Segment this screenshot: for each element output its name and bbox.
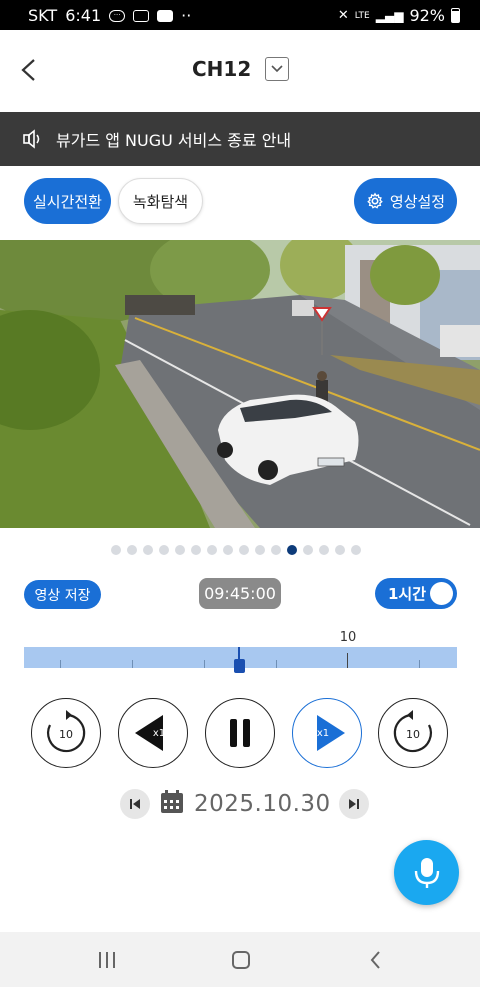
home-icon: [232, 951, 250, 969]
video-settings-label: 영상설정: [389, 192, 446, 211]
page-dot[interactable]: [111, 545, 121, 555]
toggle-knob: [430, 582, 453, 605]
app-header: CH12: [0, 30, 480, 112]
timeline-tick: [132, 660, 133, 668]
skip-next-icon: [348, 799, 359, 809]
timeline-marker-label: 10: [339, 630, 357, 645]
save-video-button[interactable]: 영상 저장: [24, 580, 101, 609]
date-selector: 2025.10.30: [120, 788, 369, 820]
back-button[interactable]: [12, 52, 48, 88]
page-dot[interactable]: [175, 545, 185, 555]
playback-time-badge: 09:45:00: [199, 578, 281, 609]
notice-text: 뷰가드 앱 NUGU 서비스 종료 안내: [56, 131, 292, 150]
signal-icon: ▂▄▆: [375, 8, 404, 23]
page-dot[interactable]: [255, 545, 265, 555]
page-dot[interactable]: [319, 545, 329, 555]
page-dot[interactable]: [335, 545, 345, 555]
previous-date-button[interactable]: [120, 789, 150, 819]
page-dot[interactable]: [207, 545, 217, 555]
rewind-10-icon: 10: [47, 710, 86, 753]
timeline-tick-major: [347, 653, 348, 668]
time-range-label: 1시간: [388, 585, 427, 603]
microphone-icon: [414, 857, 439, 888]
camera-frame: [0, 240, 480, 528]
recording-search-label: 녹화탐색: [132, 192, 189, 211]
recent-apps-icon: [99, 952, 115, 968]
chevron-left-icon: [21, 59, 35, 81]
playback-timeline[interactable]: [24, 647, 457, 673]
timeline-tick: [276, 660, 277, 668]
recent-apps-button[interactable]: [87, 944, 127, 976]
lte-label: LTE: [354, 10, 370, 21]
video-settings-button[interactable]: 영상설정: [354, 178, 457, 224]
battery-percent: 92%: [409, 6, 445, 25]
page-dot[interactable]: [239, 545, 249, 555]
timeline-tick: [419, 660, 420, 668]
system-back-button[interactable]: [356, 944, 396, 976]
timeline-cursor-handle[interactable]: [234, 659, 245, 673]
slow-play-button[interactable]: x1: [118, 698, 188, 768]
carrier-label: SKT: [28, 6, 58, 25]
page-dot[interactable]: [159, 545, 169, 555]
home-button[interactable]: [221, 944, 261, 976]
page-dot[interactable]: [223, 545, 233, 555]
fast-play-button[interactable]: x1: [292, 698, 362, 768]
chevron-down-icon: [271, 65, 283, 73]
pause-button[interactable]: [205, 698, 275, 768]
speaker-icon: [23, 129, 40, 149]
channel-dropdown-button[interactable]: [265, 57, 290, 81]
page-dot-active[interactable]: [287, 545, 297, 555]
mute-icon: ✕: [337, 8, 349, 23]
system-navigation-bar: [0, 932, 480, 987]
live-switch-button[interactable]: 실시간전환: [24, 178, 111, 224]
clock: 6:41: [65, 6, 102, 25]
play-forward-icon: x1: [317, 715, 345, 751]
forward-10-icon: 10: [393, 710, 432, 753]
rewind-10-button[interactable]: 10: [31, 698, 101, 768]
slow-speed-label: x1: [153, 728, 165, 739]
fast-speed-label: x1: [317, 728, 329, 739]
more-notifications-icon: ··: [181, 6, 192, 25]
notice-banner[interactable]: 뷰가드 앱 NUGU 서비스 종료 안내: [0, 112, 480, 166]
skip-previous-icon: [130, 799, 140, 809]
forward-10-label: 10: [406, 728, 420, 741]
time-range-toggle[interactable]: 1시간: [375, 578, 457, 609]
recording-search-button[interactable]: 녹화탐색: [118, 178, 203, 224]
live-switch-label: 실시간전환: [32, 192, 102, 211]
page-dot[interactable]: [191, 545, 201, 555]
save-video-label: 영상 저장: [34, 587, 91, 604]
gallery-notification-icon: [133, 9, 150, 22]
play-backward-icon: x1: [135, 715, 165, 751]
back-arrow-icon: [370, 951, 380, 969]
gear-icon: [367, 192, 383, 209]
timeline-tick: [60, 660, 61, 668]
calendar-icon: [161, 790, 183, 813]
status-bar: SKT 6:41 ··· ·· ✕ LTE ▂▄▆ 92%: [0, 0, 480, 30]
forward-10-button[interactable]: 10: [378, 698, 448, 768]
page-dot[interactable]: [303, 545, 313, 555]
page-dot[interactable]: [271, 545, 281, 555]
timeline-tick: [204, 660, 205, 668]
battery-icon: [451, 8, 460, 23]
calendar-button[interactable]: [158, 788, 186, 820]
page-dot[interactable]: [143, 545, 153, 555]
chat-notification-icon: ···: [109, 9, 126, 22]
page-dot[interactable]: [127, 545, 137, 555]
playback-time-text: 09:45:00: [204, 584, 276, 603]
voice-assistant-button[interactable]: [394, 840, 459, 905]
page-dot[interactable]: [351, 545, 361, 555]
pause-icon: [230, 719, 250, 747]
youtube-notification-icon: [157, 9, 174, 22]
channel-title: CH12: [192, 57, 252, 81]
cctv-video-view[interactable]: [0, 240, 480, 528]
channel-page-indicator: [111, 545, 361, 555]
selected-date[interactable]: 2025.10.30: [194, 791, 331, 817]
next-date-button[interactable]: [338, 789, 369, 819]
rewind-10-label: 10: [59, 728, 73, 741]
